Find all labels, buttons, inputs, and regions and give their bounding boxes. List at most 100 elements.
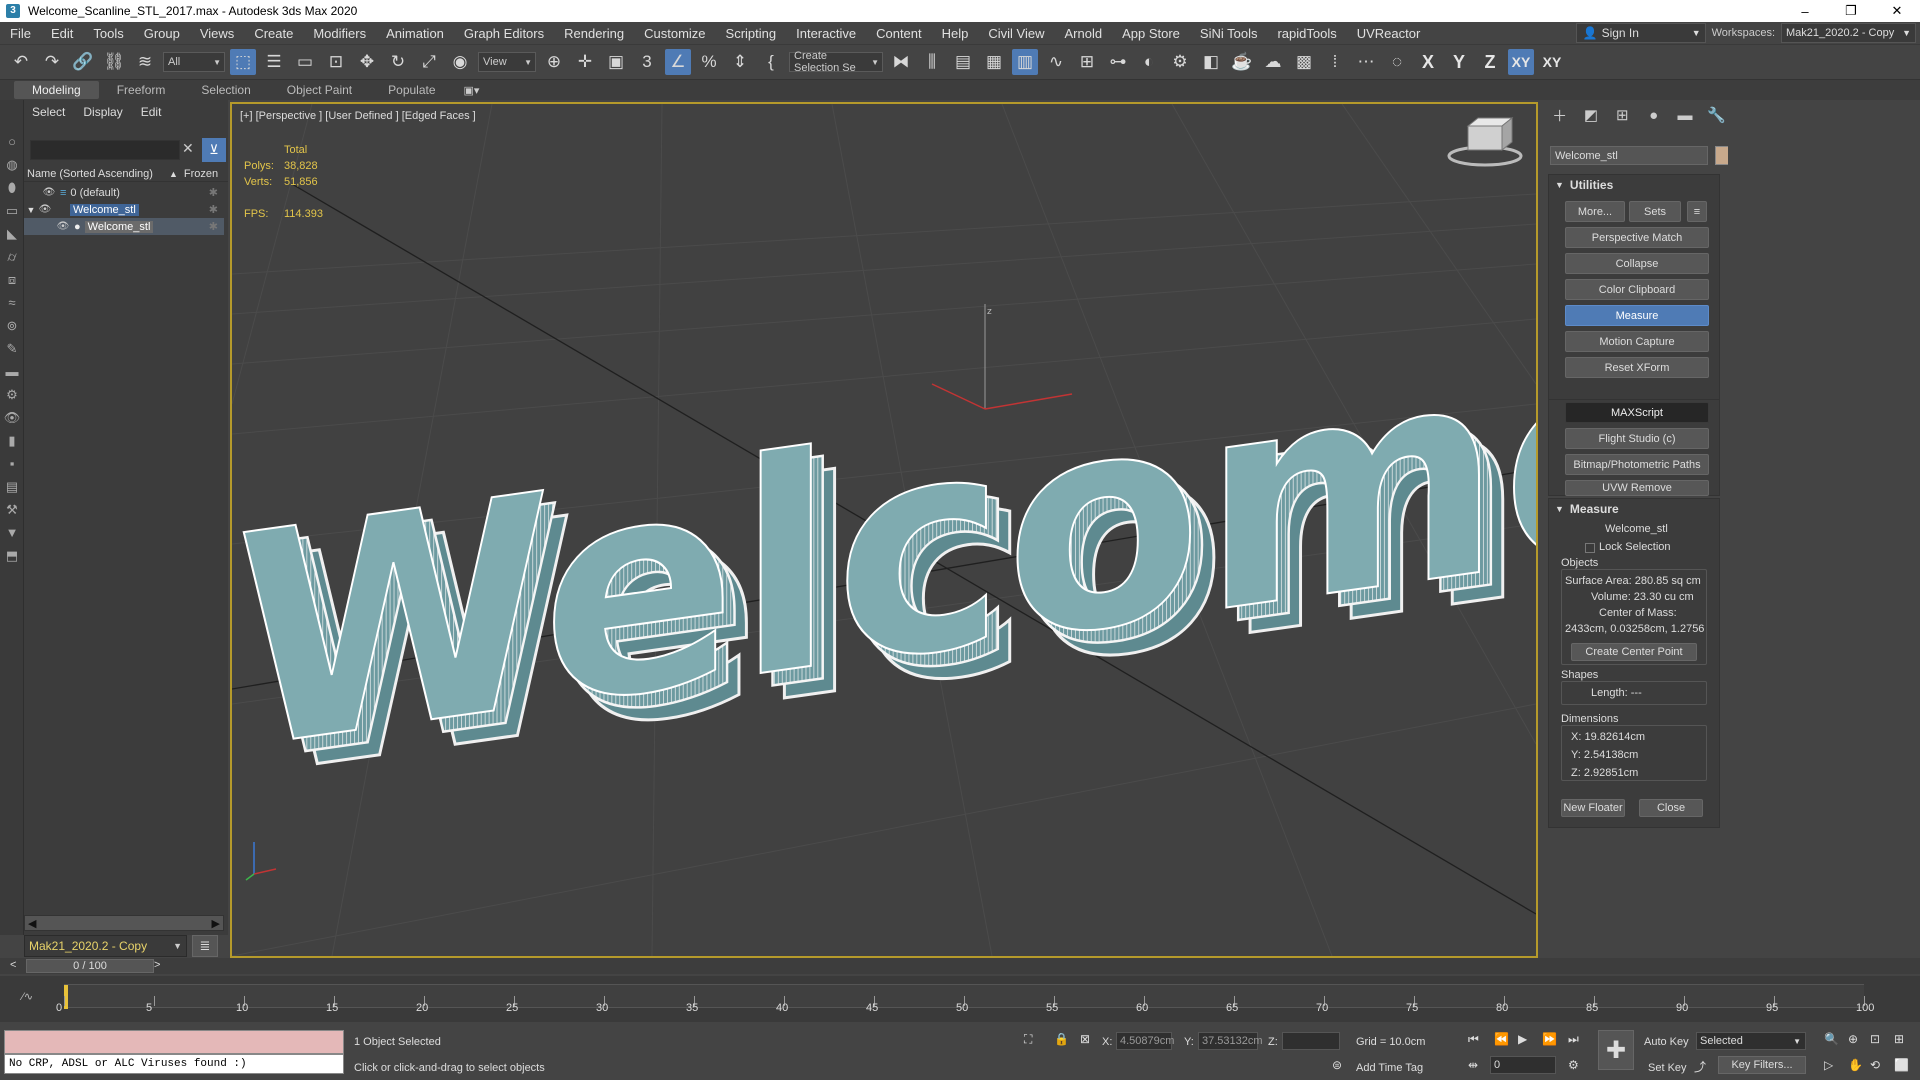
align-icon[interactable]: ⫼ [919, 49, 945, 75]
display-xrefs-icon[interactable]: ✎ [0, 337, 24, 360]
visibility-eye-icon[interactable]: 👁 [56, 221, 70, 232]
isolate-selection-icon[interactable]: ⛶ [1024, 1032, 1032, 1047]
explorer-settings-icon[interactable]: ⬒ [0, 544, 24, 567]
perspective-match-button[interactable]: Perspective Match [1565, 227, 1709, 248]
pan-view-icon[interactable]: ✋ [1848, 1058, 1863, 1072]
current-frame-field[interactable]: 0 [1490, 1056, 1556, 1074]
render-cloud-icon[interactable]: ☁ [1260, 49, 1286, 75]
menu-interactive[interactable]: Interactive [786, 26, 866, 41]
key-filters-button[interactable]: Key Filters... [1718, 1056, 1806, 1074]
menu-sini-tools[interactable]: SiNi Tools [1190, 26, 1268, 41]
display-all-icon[interactable]: ◍ [0, 153, 24, 176]
curve-editor-icon[interactable]: ∿ [1043, 49, 1069, 75]
tab-freeform[interactable]: Freeform [99, 81, 184, 99]
tab-populate[interactable]: Populate [370, 81, 453, 99]
selection-lock-icon[interactable]: 🔒 [1054, 1032, 1069, 1046]
select-by-name-icon[interactable]: ☰ [261, 49, 287, 75]
go-to-end-icon[interactable]: ⏭ [1568, 1032, 1579, 1047]
menu-uvreactor[interactable]: UVReactor [1347, 26, 1431, 41]
display-spacewarps-icon[interactable]: ≈ [0, 291, 24, 314]
auto-key-button[interactable]: Auto Key [1644, 1036, 1689, 1048]
sets-button[interactable]: Sets [1629, 201, 1681, 222]
ribbon-options-icon[interactable]: ▣▾ [464, 84, 480, 97]
time-slider[interactable]: < 0 / 100 > [0, 958, 1920, 974]
scene-workspace-dropdown[interactable]: Mak21_2020.2 - Copy ▼ [24, 935, 187, 957]
edit-named-sets-icon[interactable]: { [758, 49, 784, 75]
bind-spacewarp-icon[interactable]: ≋ [132, 49, 158, 75]
lock-selection-checkbox[interactable] [1585, 543, 1595, 553]
column-frozen[interactable]: Frozen [184, 168, 218, 180]
clear-search-icon[interactable]: ✕ [182, 140, 194, 157]
move-icon[interactable]: ✥ [354, 49, 380, 75]
minimize-button[interactable]: – [1782, 0, 1828, 22]
menu-group[interactable]: Group [134, 26, 190, 41]
uvw-remove-button[interactable]: UVW Remove [1565, 480, 1709, 496]
display-lights-icon[interactable]: ◣ [0, 222, 24, 245]
display-frozen-icon[interactable]: 👁 [0, 406, 24, 429]
mini-curve-editor-icon[interactable]: ⁄∿ [22, 990, 33, 1003]
bitmap-photometric-paths-button[interactable]: Bitmap/Photometric Paths [1565, 454, 1709, 475]
configure-sets-icon[interactable]: ≡ [1687, 201, 1707, 222]
named-selection-sets-dropdown[interactable]: Create Selection Se ▼ [789, 50, 883, 74]
freeze-icon[interactable]: ✱ [209, 203, 218, 216]
explorer-tab-edit[interactable]: Edit [141, 105, 162, 119]
placement-icon[interactable]: ◉ [447, 49, 473, 75]
motion-capture-button[interactable]: Motion Capture [1565, 331, 1709, 352]
render-iterative-icon[interactable]: ▩ [1291, 49, 1317, 75]
menu-help[interactable]: Help [932, 26, 979, 41]
explorer-horizontal-scrollbar[interactable]: ◀ ▶ [24, 915, 224, 931]
menu-content[interactable]: Content [866, 26, 932, 41]
next-frame-icon[interactable]: ⏩ [1542, 1032, 1557, 1046]
workspace-dropdown[interactable]: Mak21_2020.2 - Copy ▼ [1781, 23, 1916, 43]
zoom-extents-all-icon[interactable]: ⊞ [1894, 1032, 1904, 1046]
x-coord-field[interactable]: 4.50879cm [1116, 1032, 1174, 1050]
field-of-view-icon[interactable]: ▷ [1824, 1058, 1833, 1072]
y-coord-field[interactable]: 37.53132cm [1198, 1032, 1263, 1050]
collapse-button[interactable]: Collapse [1565, 253, 1709, 274]
color-clipboard-button[interactable]: Color Clipboard [1565, 279, 1709, 300]
add-time-tag-button[interactable]: Add Time Tag [1356, 1062, 1423, 1074]
render-production-icon[interactable]: ☕ [1229, 49, 1255, 75]
dope-sheet-icon[interactable]: ⊞ [1074, 49, 1100, 75]
layer-explorer-icon[interactable]: ▤ [950, 49, 976, 75]
explorer-row-welcome-layer[interactable]: ▼ 👁 Welcome_stl ✱ [24, 201, 224, 218]
explorer-row-welcome-object[interactable]: 👁 ● Welcome_stl ✱ [24, 218, 224, 235]
undo-icon[interactable]: ↶ [8, 49, 34, 75]
reset-xform-button[interactable]: Reset XForm [1565, 357, 1709, 378]
set-key-big-icon[interactable]: ✚ [1598, 1030, 1634, 1070]
menu-app-store[interactable]: App Store [1112, 26, 1190, 41]
zoom-icon[interactable]: 🔍 [1824, 1032, 1839, 1046]
angle-snap-icon[interactable]: ∠ [665, 49, 691, 75]
menu-tools[interactable]: Tools [83, 26, 133, 41]
modify-tab-icon[interactable]: ◩ [1579, 103, 1602, 127]
redo-icon[interactable]: ↷ [39, 49, 65, 75]
time-slider-thumb[interactable]: 0 / 100 [26, 959, 154, 973]
select-manipulate-icon[interactable]: ✛ [572, 49, 598, 75]
hierarchy-tab-icon[interactable]: ⊞ [1611, 103, 1634, 127]
key-mode-icon[interactable]: ⇹ [1468, 1058, 1478, 1072]
orbit-icon[interactable]: ⟲ [1870, 1058, 1880, 1072]
select-object-icon[interactable]: ⬚ [230, 49, 256, 75]
flight-studio-button[interactable]: Flight Studio (c) [1565, 428, 1709, 449]
menu-arnold[interactable]: Arnold [1055, 26, 1113, 41]
tab-modeling[interactable]: Modeling [14, 81, 99, 99]
schematic-view-icon[interactable]: ⊶ [1105, 49, 1131, 75]
menu-animation[interactable]: Animation [376, 26, 454, 41]
object-name-field[interactable]: Welcome_stl [1550, 146, 1708, 165]
display-containers-icon[interactable]: ⚙ [0, 383, 24, 406]
menu-modifiers[interactable]: Modifiers [303, 26, 376, 41]
motion-tab-icon[interactable]: ● [1642, 103, 1665, 127]
expand-arrow-icon[interactable]: ▼ [24, 205, 38, 215]
create-center-point-button[interactable]: Create Center Point [1571, 643, 1697, 661]
viewcube[interactable] [1447, 116, 1523, 167]
rect-selection-icon[interactable]: ▭ [292, 49, 318, 75]
tab-object-paint[interactable]: Object Paint [269, 81, 370, 99]
reference-coordinate-dropdown[interactable]: View ▼ [478, 52, 536, 72]
freeze-icon[interactable]: ✱ [209, 220, 218, 233]
scroll-right-icon[interactable]: ▶ [212, 917, 220, 930]
new-floater-button[interactable]: New Floater [1561, 799, 1625, 817]
zoom-all-icon[interactable]: ⊕ [1848, 1032, 1858, 1046]
absolute-mode-icon[interactable]: ⊠ [1080, 1032, 1090, 1046]
display-references-icon[interactable]: ▤ [0, 475, 24, 498]
tab-selection[interactable]: Selection [183, 81, 268, 99]
